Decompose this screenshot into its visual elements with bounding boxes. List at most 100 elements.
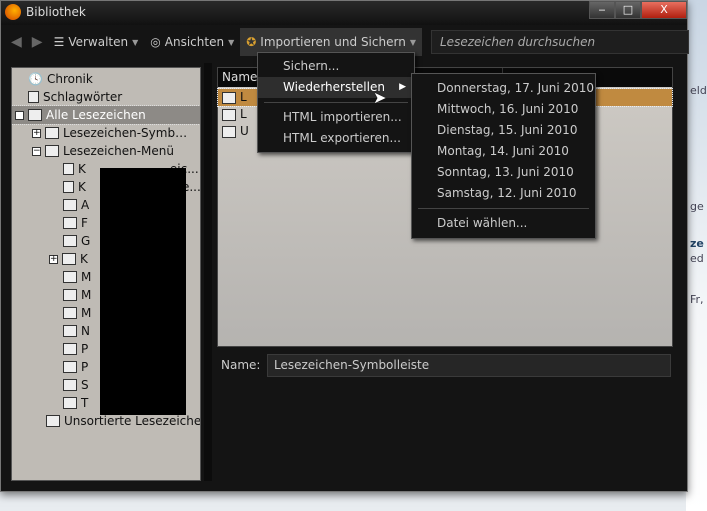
restore-date-item[interactable]: Sonntag, 13. Juni 2010 xyxy=(412,162,595,183)
bg-text: ge xyxy=(690,200,704,213)
chevron-down-icon: ▼ xyxy=(228,37,235,47)
menu-separator xyxy=(418,208,589,209)
tree-label: G xyxy=(81,234,91,248)
folder-icon xyxy=(63,325,77,337)
folder-icon xyxy=(63,307,77,319)
row-name: U xyxy=(240,124,249,138)
bg-text: Fr, xyxy=(690,293,704,306)
tree-folder[interactable]: P xyxy=(63,358,88,376)
back-button[interactable]: ◀ xyxy=(6,34,27,50)
tree-folder[interactable]: T xyxy=(63,394,88,412)
row-name: L xyxy=(240,107,247,121)
toolbar-folder-icon xyxy=(45,127,59,139)
forward-button[interactable]: ▶ xyxy=(27,34,48,50)
expand-icon[interactable]: + xyxy=(49,254,58,264)
folder-icon xyxy=(63,217,77,229)
tree-label: S xyxy=(81,378,89,392)
tree-folder[interactable]: A xyxy=(63,196,89,214)
tree-folder[interactable]: P xyxy=(63,340,88,358)
collapse-icon[interactable]: − xyxy=(32,146,41,156)
submenu-arrow-icon: ▶ xyxy=(399,82,406,92)
folder-icon xyxy=(63,397,77,409)
tree-item-history[interactable]: 🕓 Chronik xyxy=(28,70,93,88)
restore-submenu: Donnerstag, 17. Juni 2010 Mittwoch, 16. … xyxy=(411,73,596,239)
tree-folder[interactable]: N xyxy=(63,322,90,340)
restore-date-item[interactable]: Samstag, 12. Juni 2010 xyxy=(412,183,595,204)
tree-label: Lesezeichen-Menü xyxy=(63,144,174,158)
open-folder-icon xyxy=(63,289,77,301)
minimize-button[interactable]: ‒ xyxy=(589,1,615,19)
views-label: Ansichten xyxy=(164,35,225,49)
tree-folder[interactable]: S xyxy=(63,376,89,394)
menu-item-html-import[interactable]: HTML importieren... xyxy=(258,107,414,128)
restore-date-item[interactable]: Montag, 14. Juni 2010 xyxy=(412,141,595,162)
tree-label: Lesezeichen-Symbolleiste xyxy=(63,126,193,140)
row-name: L xyxy=(240,90,247,104)
open-folder-icon xyxy=(63,271,77,283)
tree-label: M xyxy=(81,306,92,320)
folder-icon xyxy=(62,253,76,265)
mouse-cursor-icon: ➤ xyxy=(373,88,387,107)
tree-label: P xyxy=(81,360,89,374)
tags-icon xyxy=(28,91,39,103)
tree-folder[interactable]: F xyxy=(63,214,88,232)
menu-item-backup[interactable]: Sichern... xyxy=(258,56,414,77)
details-name-row: Name: xyxy=(221,353,671,377)
restore-date-item[interactable]: Donnerstag, 17. Juni 2010 xyxy=(412,78,595,99)
tree-item-bookmarks-menu[interactable]: − Lesezeichen-Menü xyxy=(32,142,174,160)
views-menu-button[interactable]: ◎ Ansichten ▼ xyxy=(144,28,240,56)
folder-icon xyxy=(63,235,77,247)
search-input[interactable]: Lesezeichen durchsuchen xyxy=(431,30,689,54)
folder-icon xyxy=(63,379,77,391)
close-button[interactable]: X xyxy=(641,1,687,19)
tree-item-bookmarks-toolbar[interactable]: + Lesezeichen-Symbolleiste xyxy=(32,124,193,142)
pane-splitter[interactable] xyxy=(204,63,212,481)
bg-text: ze xyxy=(690,237,704,250)
unsorted-bookmarks-icon xyxy=(222,125,236,138)
toolbar-folder-icon xyxy=(222,91,236,104)
folder-icon xyxy=(63,343,77,355)
chevron-down-icon: ▼ xyxy=(409,37,416,47)
tree-folder[interactable]: M xyxy=(63,268,91,286)
restore-date-item[interactable]: Mittwoch, 16. Juni 2010 xyxy=(412,99,595,120)
tree-folder[interactable]: M xyxy=(63,304,91,322)
expand-icon[interactable]: + xyxy=(32,128,41,138)
unsorted-bookmarks-icon xyxy=(46,415,60,427)
restore-date-item[interactable]: Dienstag, 15. Juni 2010 xyxy=(412,120,595,141)
tree-folder[interactable]: + K xyxy=(49,250,88,268)
tree-label: Schlagwörter xyxy=(43,90,123,104)
collapse-icon[interactable]: − xyxy=(15,110,24,120)
tree-label: M xyxy=(81,270,92,284)
import-star-icon: ✪ xyxy=(246,35,257,49)
page-icon xyxy=(63,163,74,175)
name-label: Name: xyxy=(221,358,261,372)
tree-folder[interactable]: M xyxy=(63,286,91,304)
tree-item-tags[interactable]: Schlagwörter xyxy=(28,88,122,106)
bg-text: elde xyxy=(690,84,707,97)
title-bar: Bibliothek ‒ □ X xyxy=(1,1,687,25)
import-backup-menu: Sichern... Wiederherstellen ▶ HTML import… xyxy=(257,52,415,153)
manage-menu-button[interactable]: ☰ Verwalten ▼ xyxy=(48,28,145,56)
tree-label: Chronik xyxy=(46,72,93,86)
clock-icon: 🕓 xyxy=(28,72,43,86)
bookmarks-folder-icon xyxy=(28,109,42,121)
import-backup-label: Importieren und Sichern xyxy=(260,35,406,49)
background-page: elde ge ze ed Fr, xyxy=(686,0,707,511)
menu-item-restore[interactable]: Wiederherstellen ▶ xyxy=(258,77,414,98)
menu-folder-icon xyxy=(222,108,236,121)
tree-label: F xyxy=(81,216,88,230)
tree-folder[interactable]: G xyxy=(63,232,90,250)
tree-label: Alle Lesezeichen xyxy=(46,108,146,122)
tree-item-all-bookmarks[interactable]: − Alle Lesezeichen xyxy=(12,105,200,125)
folder-icon xyxy=(63,199,77,211)
tree-item-unsorted-bookmarks[interactable]: Unsortierte Lesezeichen xyxy=(46,412,200,430)
menu-item-html-export[interactable]: HTML exportieren... xyxy=(258,128,414,149)
name-field[interactable] xyxy=(267,353,671,377)
page-icon xyxy=(63,181,74,193)
choose-file-item[interactable]: Datei wählen... xyxy=(412,213,595,234)
folder-icon xyxy=(63,361,77,373)
menu-folder-icon xyxy=(45,145,59,157)
maximize-button[interactable]: □ xyxy=(615,1,641,19)
tree-label: P xyxy=(81,342,89,356)
tree-label: K xyxy=(80,252,88,266)
